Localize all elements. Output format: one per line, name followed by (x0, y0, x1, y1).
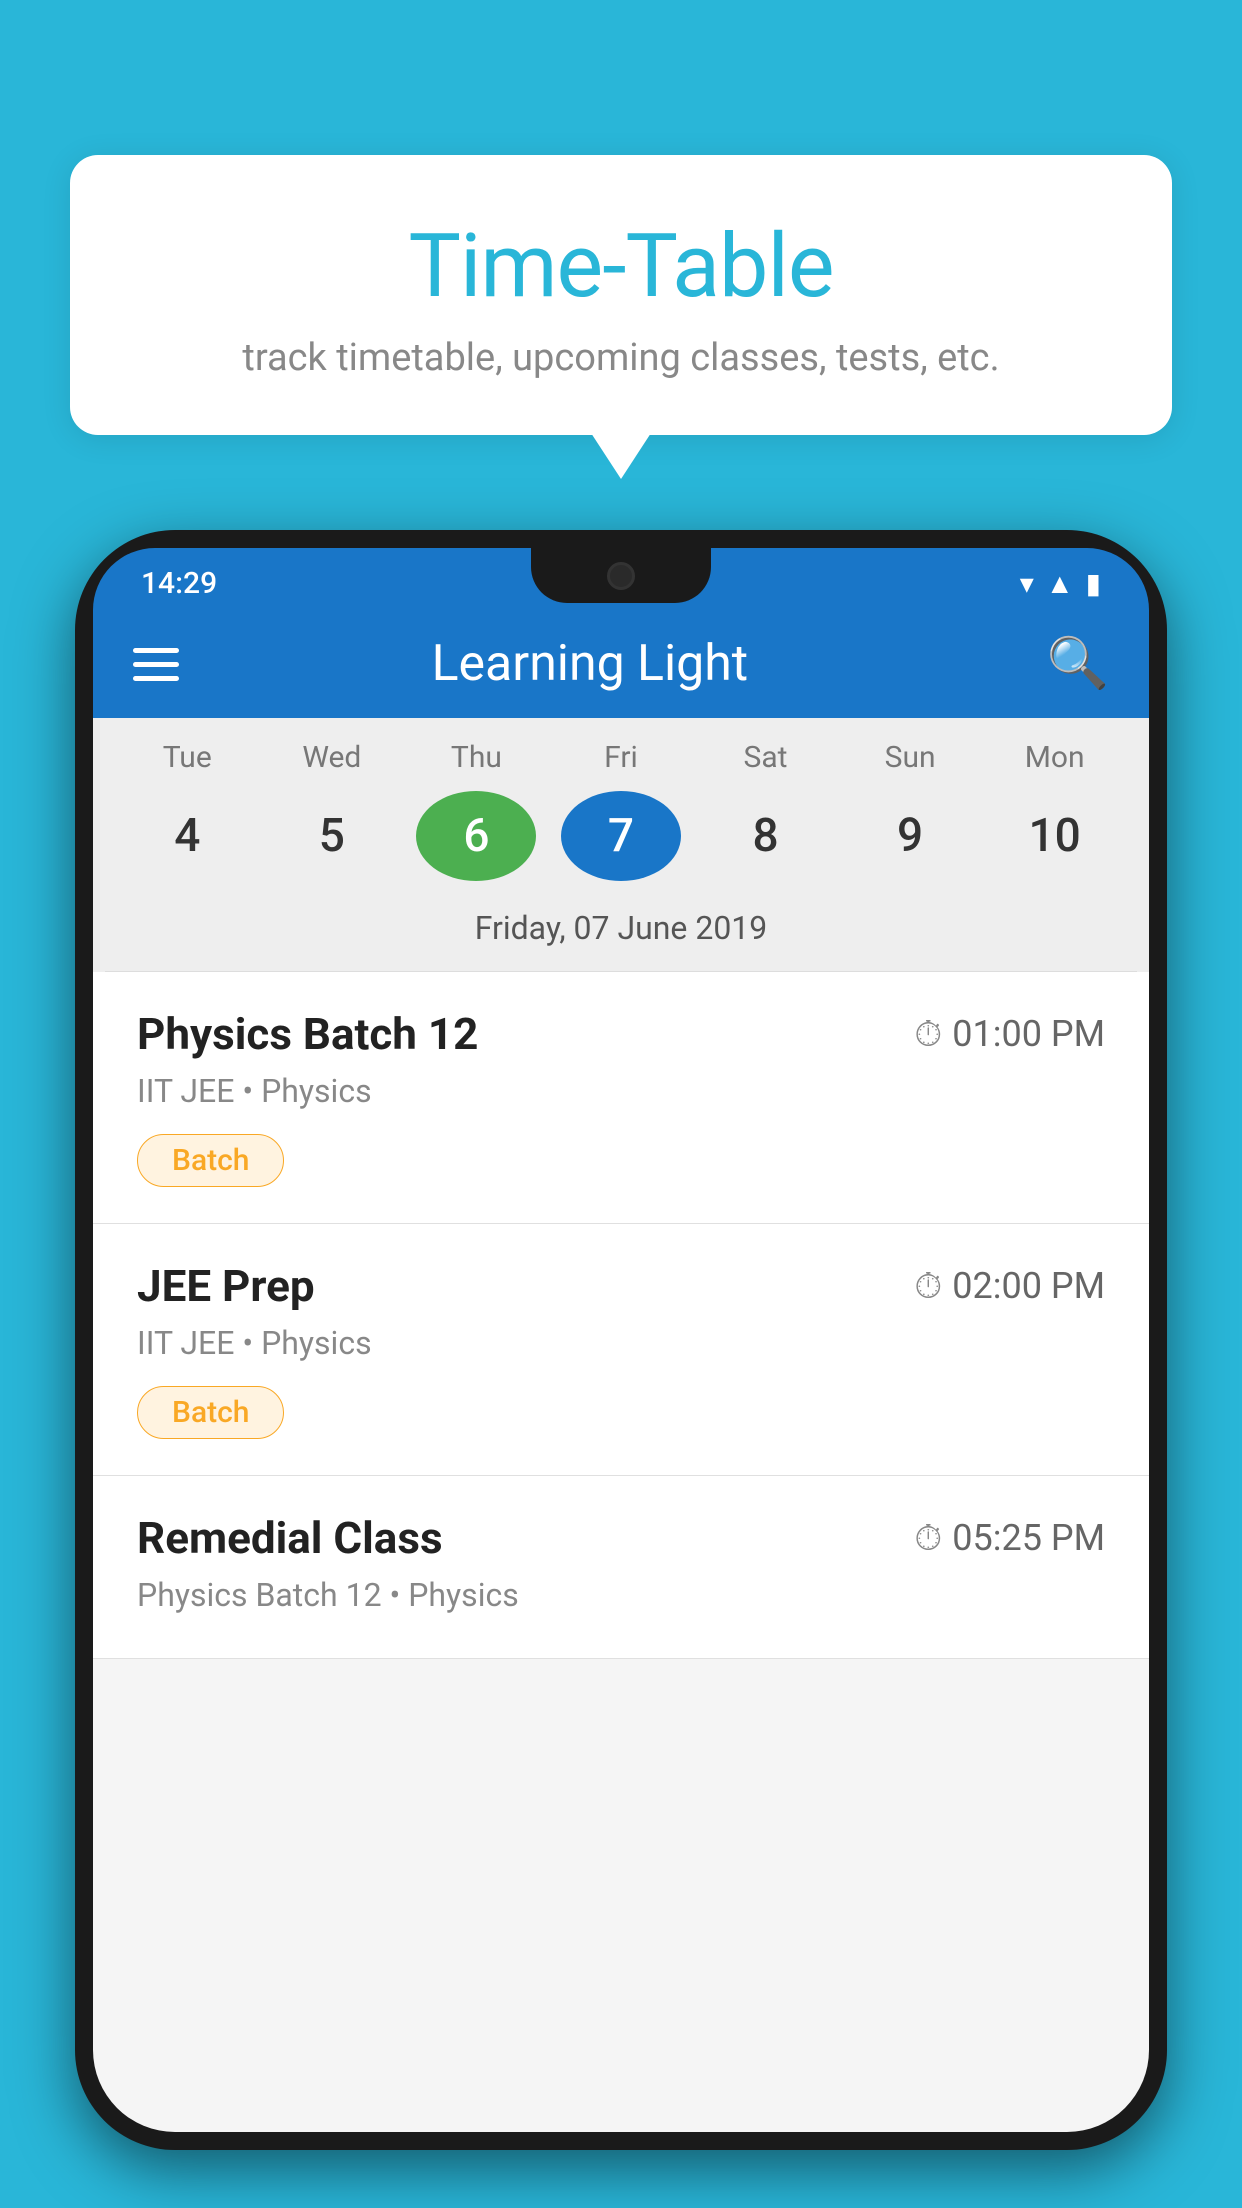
day-label-tue: Tue (127, 740, 247, 775)
class-name-3: Remedial Class (137, 1512, 443, 1564)
search-icon[interactable]: 🔍 (1047, 635, 1109, 693)
day-label-thu: Thu (416, 740, 536, 775)
day-9[interactable]: 9 (850, 791, 970, 881)
class-time-value-3: 05:25 PM (952, 1517, 1105, 1559)
class-time-2: ⏱ 02:00 PM (914, 1265, 1105, 1308)
class-item-1[interactable]: Physics Batch 12 ⏱ 01:00 PM IIT JEE • Ph… (93, 972, 1149, 1224)
day-7-selected[interactable]: 7 (561, 791, 681, 881)
class-time-value-2: 02:00 PM (952, 1265, 1105, 1307)
day-5[interactable]: 5 (272, 791, 392, 881)
class-time-1: ⏱ 01:00 PM (914, 1013, 1105, 1056)
day-label-sat: Sat (706, 740, 826, 775)
day-labels: Tue Wed Thu Fri Sat Sun Mon (105, 718, 1137, 783)
status-time: 14:29 (141, 566, 217, 601)
status-icons: ▾ ▲ ▮ (1020, 567, 1101, 600)
phone-mockup: 14:29 ▾ ▲ ▮ Learning Light 🔍 Tue (75, 530, 1167, 2208)
phone-notch (531, 548, 711, 603)
day-label-wed: Wed (272, 740, 392, 775)
class-time-value-1: 01:00 PM (952, 1013, 1105, 1055)
day-4[interactable]: 4 (127, 791, 247, 881)
day-6-today[interactable]: 6 (416, 791, 536, 881)
batch-tag-2: Batch (137, 1386, 284, 1439)
class-time-3: ⏱ 05:25 PM (914, 1517, 1105, 1560)
class-subject-2: IIT JEE • Physics (137, 1324, 1105, 1362)
battery-icon: ▮ (1086, 567, 1101, 600)
clock-icon-1: ⏱ (914, 1013, 942, 1056)
signal-icon: ▲ (1046, 567, 1074, 600)
class-name-1: Physics Batch 12 (137, 1008, 478, 1060)
class-item-top-1: Physics Batch 12 ⏱ 01:00 PM (137, 1008, 1105, 1060)
class-item-top-3: Remedial Class ⏱ 05:25 PM (137, 1512, 1105, 1564)
phone-outer: 14:29 ▾ ▲ ▮ Learning Light 🔍 Tue (75, 530, 1167, 2150)
tooltip-title: Time-Table (150, 215, 1092, 318)
day-numbers: 4 5 6 7 8 9 10 (105, 783, 1137, 899)
app-bar: Learning Light 🔍 (93, 610, 1149, 718)
day-label-mon: Mon (995, 740, 1115, 775)
class-item-top-2: JEE Prep ⏱ 02:00 PM (137, 1260, 1105, 1312)
calendar-week: Tue Wed Thu Fri Sat Sun Mon 4 5 6 7 8 9 … (93, 718, 1149, 972)
day-label-fri: Fri (561, 740, 681, 775)
tooltip-card: Time-Table track timetable, upcoming cla… (70, 155, 1172, 435)
app-title: Learning Light (133, 635, 1047, 693)
wifi-icon: ▾ (1020, 567, 1034, 600)
class-item-2[interactable]: JEE Prep ⏱ 02:00 PM IIT JEE • Physics Ba… (93, 1224, 1149, 1476)
tooltip-subtitle: track timetable, upcoming classes, tests… (150, 336, 1092, 380)
day-8[interactable]: 8 (706, 791, 826, 881)
class-subject-1: IIT JEE • Physics (137, 1072, 1105, 1110)
class-name-2: JEE Prep (137, 1260, 315, 1312)
selected-date-label: Friday, 07 June 2019 (105, 899, 1137, 972)
class-item-3[interactable]: Remedial Class ⏱ 05:25 PM Physics Batch … (93, 1476, 1149, 1659)
batch-tag-1: Batch (137, 1134, 284, 1187)
clock-icon-2: ⏱ (914, 1265, 942, 1308)
camera-icon (607, 562, 635, 590)
class-list: Physics Batch 12 ⏱ 01:00 PM IIT JEE • Ph… (93, 972, 1149, 1659)
clock-icon-3: ⏱ (914, 1517, 942, 1560)
phone-screen: Tue Wed Thu Fri Sat Sun Mon 4 5 6 7 8 9 … (93, 718, 1149, 2132)
day-label-sun: Sun (850, 740, 970, 775)
day-10[interactable]: 10 (995, 791, 1115, 881)
class-subject-3: Physics Batch 12 • Physics (137, 1576, 1105, 1614)
